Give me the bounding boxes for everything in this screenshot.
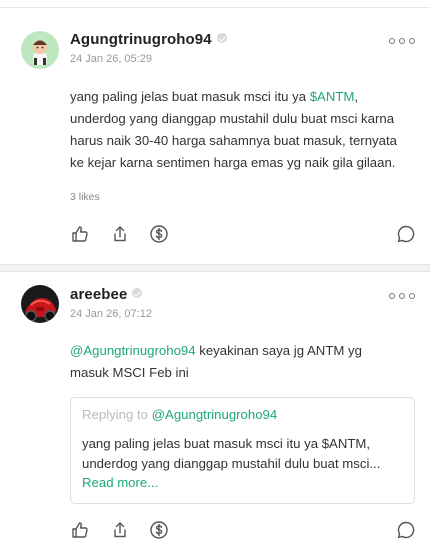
- replying-to-mention[interactable]: @Agungtrinugroho94: [152, 407, 278, 422]
- likes-count[interactable]: 3 likes: [70, 191, 100, 203]
- timestamp: 24 Jan 26, 05:29: [70, 53, 152, 65]
- username[interactable]: Agungtrinugroho94: [70, 31, 227, 48]
- dollar-tip-icon[interactable]: [149, 520, 169, 540]
- quoted-reply[interactable]: Replying to @Agungtrinugroho94 yang pali…: [70, 397, 415, 504]
- post-card: Agungtrinugroho94 24 Jan 26, 05:29 yang …: [0, 8, 430, 264]
- comment-icon[interactable]: [396, 224, 416, 244]
- more-options-icon[interactable]: [389, 291, 415, 301]
- verified-icon: [132, 288, 143, 298]
- read-more-link[interactable]: Read more...: [82, 475, 158, 490]
- verified-icon: [216, 33, 227, 43]
- replying-to: Replying to @Agungtrinugroho94: [82, 407, 278, 422]
- share-icon[interactable]: [110, 224, 130, 244]
- thumbs-up-icon[interactable]: [70, 520, 90, 540]
- username[interactable]: areebee: [70, 286, 143, 303]
- cashtag-link[interactable]: $ANTM: [310, 89, 355, 104]
- more-options-icon[interactable]: [389, 36, 415, 46]
- share-icon[interactable]: [110, 520, 130, 540]
- avatar[interactable]: [21, 285, 59, 323]
- post-separator: [0, 264, 430, 272]
- avatar[interactable]: [21, 31, 59, 69]
- comment-icon[interactable]: [396, 520, 416, 540]
- thumbs-up-icon[interactable]: [70, 224, 90, 244]
- dollar-tip-icon[interactable]: [149, 224, 169, 244]
- timestamp: 24 Jan 26, 07:12: [70, 308, 152, 320]
- mention-link[interactable]: @Agungtrinugroho94: [70, 343, 196, 358]
- post-card: areebee 24 Jan 26, 07:12 @Agungtrinugroh…: [0, 272, 430, 555]
- post-body: yang paling jelas buat masuk msci itu ya…: [70, 89, 397, 170]
- post-body: @Agungtrinugroho94 keyakinan saya jg ANT…: [70, 343, 362, 380]
- quote-text: yang paling jelas buat masuk msci itu ya…: [82, 436, 381, 471]
